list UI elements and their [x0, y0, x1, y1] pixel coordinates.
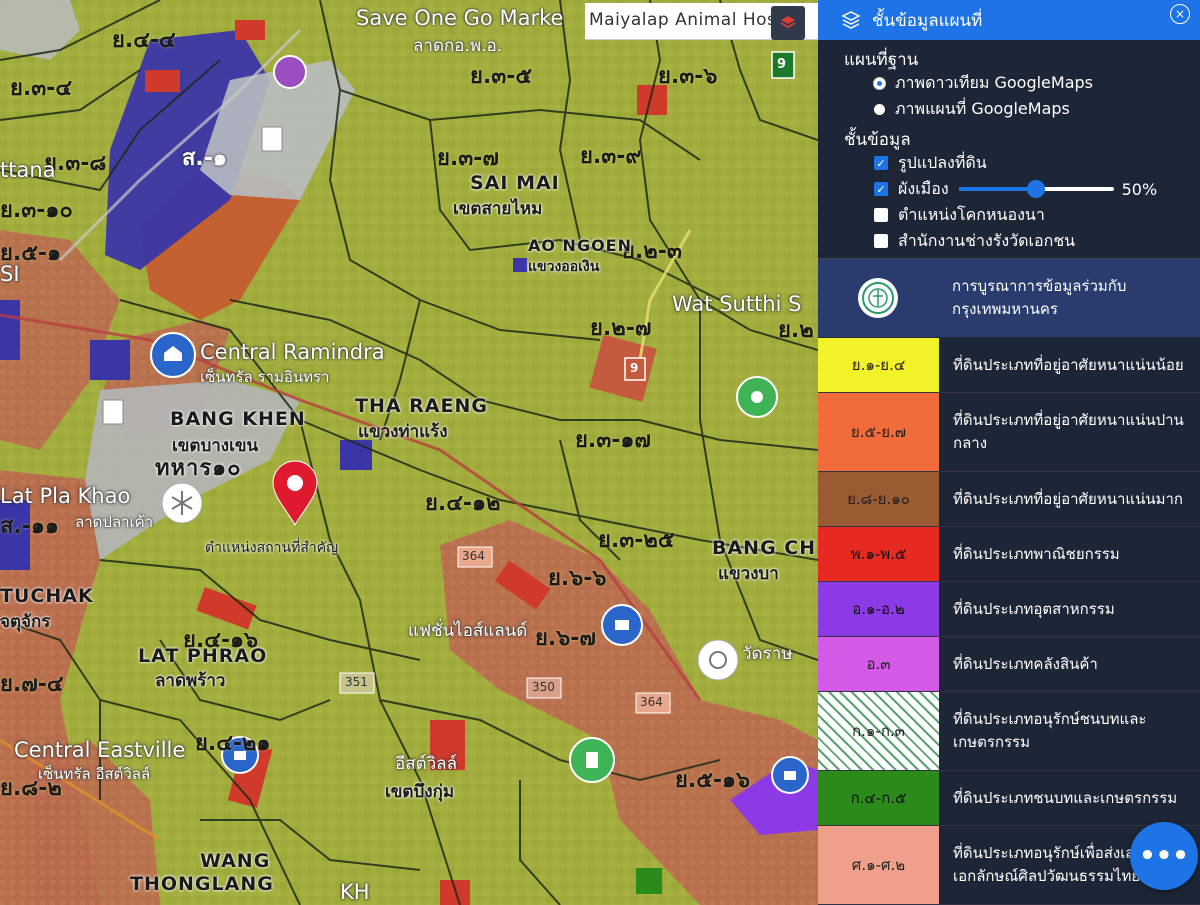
layer-city-plan[interactable]: ผังเมือง 50%	[874, 176, 1200, 202]
basemap-option-label: ภาพแผนที่ GoogleMaps	[895, 98, 1070, 118]
block-blue-1	[340, 440, 372, 470]
block-blue-2	[90, 340, 130, 380]
temple-icon-2[interactable]	[273, 55, 307, 89]
legend-swatch: อ.๓	[818, 637, 939, 691]
temple-icon[interactable]	[697, 639, 739, 681]
basemap-section-title: แผนที่ฐาน	[844, 50, 919, 70]
block-blue-4	[0, 300, 20, 360]
basemap-option-map[interactable]: ภาพแผนที่ GoogleMaps	[874, 96, 1200, 122]
layer-label: ผังเมือง	[898, 178, 949, 198]
legend-row: อ.๑-อ.๒ ที่ดินประเภทอุตสาหกรรม	[818, 582, 1200, 637]
legend-description: ที่ดินประเภทที่อยู่อาศัยหนาแน่นน้อย	[953, 355, 1184, 374]
bma-text-line: กรุงเทพมหานคร	[952, 300, 1058, 318]
route-badge-351	[339, 672, 375, 694]
radio-icon[interactable]	[874, 103, 885, 115]
legend-description: ที่ดินประเภทที่อยู่อาศัยหนาแน่นปานกลาง	[953, 411, 1184, 452]
legend-row: ย.๑-ย.๔ ที่ดินประเภทที่อยู่อาศัยหนาแน่นน้…	[818, 338, 1200, 393]
layers-toggle-button[interactable]	[771, 6, 805, 40]
search-text[interactable]: Maiyalap Animal Hospital	[589, 10, 789, 30]
legend-row: ก.๑-ก.๓ ที่ดินประเภทอนุรักษ์ชนบทและเกษตรก…	[818, 692, 1200, 771]
legend-swatch: ย.๕-ย.๗	[818, 393, 939, 471]
school-icon[interactable]	[569, 737, 615, 783]
block-commercial-4	[430, 720, 465, 770]
close-icon[interactable]: ×	[1170, 4, 1190, 24]
route-shield-icon	[771, 51, 795, 79]
route-badge-350	[526, 677, 562, 699]
legend-swatch: ย.๑-ย.๔	[818, 338, 939, 392]
park-icon[interactable]	[736, 376, 778, 418]
legend-row: พ.๑-พ.๕ ที่ดินประเภทพาณิชยกรรม	[818, 527, 1200, 582]
opacity-value: 50%	[1121, 179, 1158, 199]
legend-row: ย.๕-ย.๗ ที่ดินประเภทที่อยู่อาศัยหนาแน่นปา…	[818, 393, 1200, 472]
mall-icon[interactable]	[150, 332, 196, 378]
legend-swatch: อ.๑-อ.๒	[818, 582, 939, 636]
legend-description: ที่ดินประเภทพาณิชยกรรม	[953, 544, 1120, 563]
info-marker-icon-2[interactable]	[102, 399, 124, 425]
map-layers-panel: ชั้นข้อมูลแผนที่ × แผนที่ฐาน ภาพดาวเทียม…	[818, 0, 1200, 905]
info-marker-icon[interactable]	[261, 126, 283, 152]
legend-swatch: ก.๑-ก.๓	[818, 692, 939, 770]
legend-description: ที่ดินประเภทชนบทและเกษตรกรรม	[953, 788, 1178, 807]
layer-khok-nong-na[interactable]: ตำแหน่งโคกหนองนา	[874, 202, 1200, 228]
route-badge-364	[457, 546, 493, 568]
legend-swatch: ก.๔-ก.๕	[818, 771, 939, 825]
legend-row: ก.๔-ก.๕ ที่ดินประเภทชนบทและเกษตรกรรม	[818, 771, 1200, 826]
basemap-option-label: ภาพดาวเทียม GoogleMaps	[895, 72, 1093, 92]
legend-description: ที่ดินประเภทอนุรักษ์ชนบทและเกษตรกรรม	[953, 710, 1147, 751]
route-shield-icon-2	[624, 357, 646, 381]
block-blue-3	[0, 500, 30, 570]
opacity-slider[interactable]	[958, 180, 1114, 198]
shop-icon-2[interactable]	[221, 736, 259, 774]
checkbox-checked-icon[interactable]	[874, 156, 888, 170]
radio-selected-icon[interactable]	[874, 77, 885, 89]
basemap-option-satellite[interactable]: ภาพดาวเทียม GoogleMaps	[874, 70, 1200, 96]
checkbox-icon[interactable]	[874, 208, 888, 222]
layer-parcels[interactable]: รูปแปลงที่ดิน	[874, 150, 1200, 176]
checkbox-checked-icon[interactable]	[874, 182, 888, 196]
legend-swatch: พ.๑-พ.๕	[818, 527, 939, 581]
block-blue-5	[513, 258, 527, 272]
shop-icon-3[interactable]	[771, 756, 809, 794]
bma-integration-banner[interactable]: การบูรณาการข้อมูลร่วมกับ กรุงเทพมหานคร	[818, 258, 1200, 337]
legend-swatch: ย.๘-ย.๑๐	[818, 472, 939, 526]
zoning-map[interactable]: ย.๔-๔ ย.๓-๔ ย.๓-๘ ย.๓-๑๐ ย.๕-๑ ส.-๑ ย.๓-…	[0, 0, 818, 905]
checkbox-icon[interactable]	[874, 234, 888, 248]
map-canvas[interactable]	[0, 0, 818, 905]
legend-row: อ.๓ ที่ดินประเภทคลังสินค้า	[818, 637, 1200, 692]
zoning-legend: ย.๑-ย.๔ ที่ดินประเภทที่อยู่อาศัยหนาแน่นน้…	[818, 338, 1200, 905]
legend-row: ย.๘-ย.๑๐ ที่ดินประเภทที่อยู่อาศัยหนาแน่นม…	[818, 472, 1200, 527]
block-commercial-8	[235, 20, 265, 40]
layers-icon	[841, 11, 861, 29]
layers-section-title: ชั้นข้อมูล	[844, 130, 911, 150]
legend-description: ที่ดินประเภทที่อยู่อาศัยหนาแน่นมาก	[953, 489, 1183, 508]
legend-description: ที่ดินประเภทอุตสาหกรรม	[953, 599, 1115, 618]
opacity-slider-fill	[958, 187, 1037, 191]
block-green-rural	[636, 868, 662, 894]
layer-label: รูปแปลงที่ดิน	[898, 152, 987, 172]
panel-header: ชั้นข้อมูลแผนที่ ×	[818, 0, 1200, 40]
legend-description: ที่ดินประเภทคลังสินค้า	[953, 654, 1098, 673]
shop-icon[interactable]	[601, 604, 643, 646]
opacity-slider-handle[interactable]	[1027, 180, 1046, 198]
bma-text-line: การบูรณาการข้อมูลร่วมกับ	[952, 277, 1127, 295]
layer-label: ตำแหน่งโคกหนองนา	[898, 204, 1045, 224]
layer-private-surveyors[interactable]: สำนักงานช่างรังวัดเอกชน	[874, 228, 1200, 254]
bma-logo-icon	[858, 278, 898, 318]
panel-title: ชั้นข้อมูลแผนที่	[872, 10, 983, 31]
layer-label: สำนักงานช่างรังวัดเอกชน	[898, 230, 1076, 250]
snowflake-icon[interactable]	[161, 482, 203, 524]
more-dots-icon: •••	[1139, 841, 1189, 871]
route-badge-364b	[635, 692, 671, 714]
layers-icon	[780, 16, 796, 29]
more-options-button[interactable]: •••	[1130, 822, 1198, 890]
legend-swatch: ศ.๑-ศ.๒	[818, 826, 939, 904]
block-commercial-6	[145, 70, 180, 92]
